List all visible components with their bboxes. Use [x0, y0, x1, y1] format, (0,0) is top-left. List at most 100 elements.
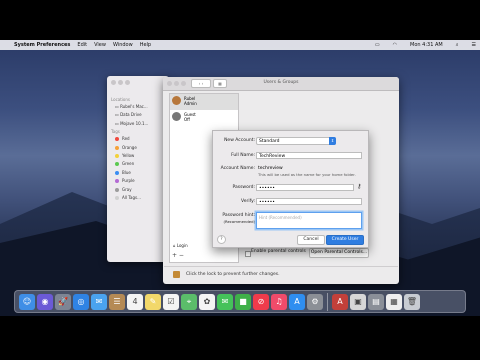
- app-store-icon[interactable]: A: [289, 293, 305, 310]
- parental-controls-label: Enable parental controls: [251, 249, 306, 254]
- sidebar-item-tag[interactable]: Red: [107, 135, 169, 143]
- sidebar-item-tag[interactable]: Gray: [107, 186, 169, 194]
- downloads-icon[interactable]: ▤: [368, 293, 384, 310]
- window-toolbar: ‹ › ▦ Users & Groups: [163, 77, 399, 91]
- search-icon[interactable]: ⌕: [456, 42, 459, 48]
- full-name-field[interactable]: TechReview: [256, 152, 362, 159]
- letterbox-bottom: [0, 316, 480, 360]
- finder-sidebar: Locations ▭ Rubel's Mac... ▭ Data Drive …: [107, 97, 169, 202]
- hint-sublabel: (Recommended): [223, 219, 255, 224]
- add-remove-buttons[interactable]: + −: [172, 252, 184, 259]
- reminders-icon[interactable]: ☑: [163, 293, 179, 310]
- window-title: Users & Groups: [263, 80, 299, 85]
- notification-center-icon[interactable]: ☰: [472, 42, 476, 48]
- tag-color-icon: [115, 145, 119, 150]
- tag-label: All Tags...: [122, 194, 141, 200]
- verify-label: Verify:: [241, 199, 255, 204]
- create-user-button[interactable]: Create User: [326, 235, 364, 245]
- minimize-icon[interactable]: [118, 80, 123, 85]
- sidebar-item-location[interactable]: ▭ Data Drive: [107, 111, 169, 119]
- tag-label: Blue: [122, 169, 131, 175]
- verify-field[interactable]: ••••••: [256, 198, 362, 205]
- lock-text: Click the lock to prevent further change…: [186, 272, 280, 277]
- maps-icon[interactable]: ⌖: [181, 293, 197, 310]
- sidebar-item-tag[interactable]: Purple: [107, 177, 169, 185]
- sidebar-item-location[interactable]: ▭ Rubel's Mac...: [107, 103, 169, 111]
- dock: ☺ ◉ 🚀 ◎ ✉ ☰ 4 ✎ ☑ ⌖ ✿ ✉ ■ ⊘ ♫ A ⚙ A ▣ ▤ ▦ 🗑: [14, 290, 466, 313]
- sidebar-item-tag[interactable]: Orange: [107, 144, 169, 152]
- login-options-label: Login: [176, 243, 188, 248]
- menu-item-edit[interactable]: Edit: [77, 42, 87, 48]
- login-options-item[interactable]: ⌂ Login: [173, 243, 188, 248]
- airplay-icon[interactable]: ▭: [375, 42, 380, 48]
- new-account-label: New Account:: [224, 138, 255, 143]
- menu-item-help[interactable]: Help: [140, 42, 151, 48]
- location-label: Rubel's Mac...: [120, 104, 148, 109]
- preview-icon[interactable]: A: [332, 293, 348, 310]
- sidebar-item-tag[interactable]: All Tags...: [107, 194, 169, 202]
- password-field[interactable]: ••••••: [256, 184, 354, 191]
- notes-icon[interactable]: ✎: [145, 293, 161, 310]
- account-name-field[interactable]: techreview: [256, 165, 362, 172]
- tag-color-icon: [115, 153, 119, 158]
- menu-bar: System Preferences Edit View Window Help…: [0, 40, 480, 50]
- launchpad-icon[interactable]: 🚀: [55, 293, 71, 310]
- list-item-guest-user[interactable]: Guest Off: [170, 110, 238, 126]
- close-icon[interactable]: [111, 80, 116, 85]
- menu-app-name[interactable]: System Preferences: [14, 42, 70, 48]
- hint-label: Password hint:: [222, 213, 255, 218]
- user-role: Admin: [184, 101, 197, 106]
- tag-label: Orange: [122, 144, 137, 150]
- dock-separator: [327, 292, 328, 311]
- locations-header: Locations: [111, 97, 131, 102]
- tag-label: Purple: [122, 178, 135, 184]
- tag-color-icon: [115, 170, 119, 175]
- siri-icon[interactable]: ◉: [37, 293, 53, 310]
- safari-icon[interactable]: ◎: [73, 293, 89, 310]
- status-area: ▭ ◠ Mon 4:31 AM ⌕ ☰: [368, 40, 476, 50]
- photos-icon[interactable]: ✿: [199, 293, 215, 310]
- list-item-current-user[interactable]: Rubel Admin: [170, 94, 238, 110]
- tag-label: Red: [122, 136, 130, 142]
- account-name-note: This will be used as the name for your h…: [258, 172, 356, 177]
- guest-avatar-icon: [172, 112, 181, 121]
- key-icon[interactable]: ⚷: [357, 183, 361, 190]
- sidebar-item-tag[interactable]: Blue: [107, 169, 169, 177]
- mail-icon[interactable]: ✉: [91, 293, 107, 310]
- sidebar-item-tag[interactable]: Green: [107, 160, 169, 168]
- zoom-icon[interactable]: [125, 80, 130, 85]
- account-type-select[interactable]: Standard ⇕: [256, 137, 336, 145]
- tag-color-icon: [115, 187, 119, 192]
- news-icon[interactable]: ⊘: [253, 293, 269, 310]
- lock-icon[interactable]: [173, 271, 180, 278]
- system-preferences-icon[interactable]: ⚙: [307, 293, 323, 310]
- clock[interactable]: Mon 4:31 AM: [410, 42, 443, 48]
- tag-color-icon: [115, 195, 119, 200]
- account-type-value: Standard: [259, 139, 280, 144]
- tag-color-icon: [115, 162, 119, 167]
- menu-item-view[interactable]: View: [94, 42, 106, 48]
- password-hint-field[interactable]: Hint (Recommended): [256, 212, 362, 229]
- guest-state: Off: [184, 117, 190, 122]
- photo-booth-icon[interactable]: ▣: [350, 293, 366, 310]
- finder-icon[interactable]: ☺: [19, 293, 35, 310]
- avatar: [172, 96, 181, 105]
- help-button[interactable]: ?: [217, 235, 226, 244]
- facetime-icon[interactable]: ■: [235, 293, 251, 310]
- password-label: Password:: [232, 185, 255, 190]
- sidebar-item-location[interactable]: ▭ Mojave 10.1...: [107, 120, 169, 128]
- document-icon[interactable]: ▦: [386, 293, 402, 310]
- new-account-sheet: New Account: Standard ⇕ Full Name: TechR…: [212, 130, 369, 248]
- sidebar-item-tag[interactable]: Yellow: [107, 152, 169, 160]
- open-parental-controls-button[interactable]: Open Parental Controls...: [309, 248, 369, 258]
- menu-item-window[interactable]: Window: [113, 42, 133, 48]
- contacts-icon[interactable]: ☰: [109, 293, 125, 310]
- cancel-button[interactable]: Cancel: [297, 235, 325, 245]
- music-icon[interactable]: ♫: [271, 293, 287, 310]
- trash-icon[interactable]: 🗑: [404, 293, 420, 310]
- messages-icon[interactable]: ✉: [217, 293, 233, 310]
- tags-header: Tags: [111, 129, 120, 135]
- wifi-icon[interactable]: ◠: [393, 42, 397, 48]
- calendar-icon[interactable]: 4: [127, 293, 143, 310]
- tag-color-icon: [115, 137, 119, 142]
